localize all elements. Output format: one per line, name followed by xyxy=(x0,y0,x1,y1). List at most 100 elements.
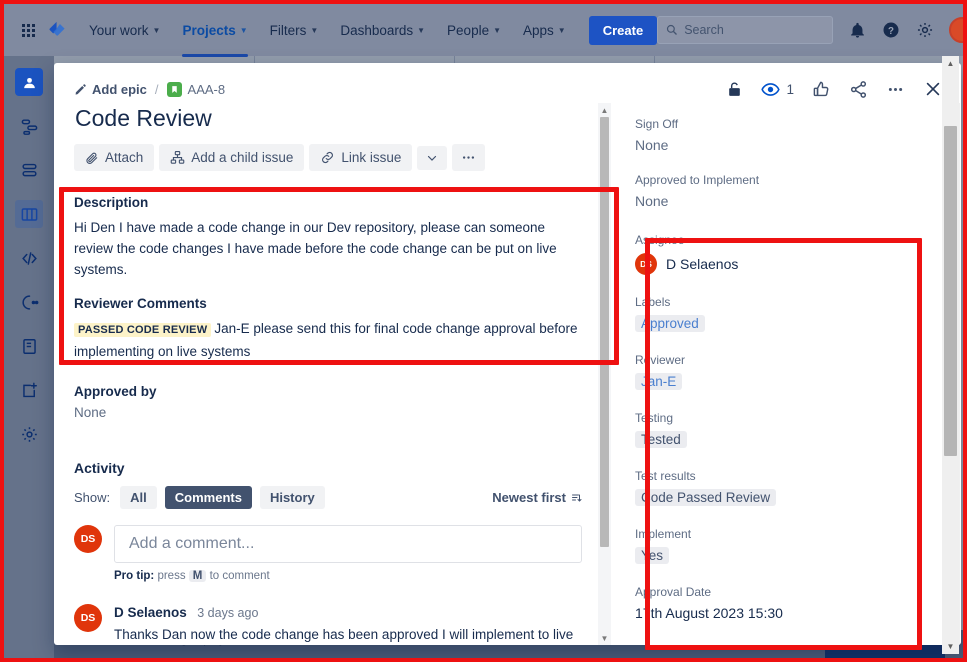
show-label: Show: xyxy=(74,490,111,505)
tab-comments[interactable]: Comments xyxy=(164,486,252,509)
field-approved-to-implement: Approved to Implement None xyxy=(635,173,945,209)
nav-label: Filters xyxy=(269,22,307,38)
field-value[interactable]: Yes xyxy=(635,547,670,564)
field-approval-date: Approval Date 17th August 2023 15:30 xyxy=(635,585,945,621)
approved-by-value[interactable]: None xyxy=(74,405,616,420)
backlog-icon[interactable] xyxy=(15,156,43,184)
board-icon[interactable] xyxy=(15,200,43,228)
nav-projects[interactable]: Projects ▼ xyxy=(173,17,256,57)
nav-people[interactable]: People ▼ xyxy=(438,17,510,44)
help-question-icon[interactable]: ? xyxy=(881,20,901,40)
description-body[interactable]: Hi Den I have made a code change in our … xyxy=(74,217,586,280)
link-chain-icon xyxy=(322,151,334,164)
pro-tip-hint: Pro tip: press M to comment xyxy=(114,570,582,582)
user-avatar[interactable] xyxy=(949,17,963,43)
watch-button[interactable]: 1 xyxy=(761,80,794,99)
nav-label: Apps xyxy=(523,22,554,38)
page-root: You're in a team-managed project Your wo… xyxy=(0,0,967,662)
field-implement: Implement Yes xyxy=(635,527,945,565)
thumbs-up-icon[interactable] xyxy=(812,80,831,99)
tab-all[interactable]: All xyxy=(120,486,157,509)
field-value[interactable]: 17th August 2023 15:30 xyxy=(635,605,945,621)
attach-label: Attach xyxy=(105,150,144,165)
approved-by-field: Approved by None xyxy=(74,384,616,420)
search-input[interactable]: Search xyxy=(657,16,834,44)
add-child-issue-label: Add a child issue xyxy=(191,150,294,165)
nav-dashboards[interactable]: Dashboards ▼ xyxy=(331,17,434,44)
main-content-scrollbar[interactable]: ▲ ▼ xyxy=(598,103,611,645)
field-label: Reviewer xyxy=(635,353,686,367)
approved-by-label: Approved by xyxy=(74,384,157,399)
deployments-icon[interactable] xyxy=(15,288,43,316)
svg-text:?: ? xyxy=(888,26,894,37)
field-value[interactable]: None xyxy=(635,193,945,209)
field-value[interactable]: Jan-E xyxy=(635,373,683,390)
field-reviewer: Reviewer Jan-E xyxy=(635,353,945,391)
scroll-thumb[interactable] xyxy=(600,117,609,547)
toolbar-more-ellipsis-icon[interactable] xyxy=(452,144,486,171)
field-label: Approved to Implement xyxy=(635,173,760,187)
watch-count: 1 xyxy=(786,81,794,97)
project-pages-icon[interactable] xyxy=(15,332,43,360)
scroll-thumb[interactable] xyxy=(944,126,957,456)
search-icon xyxy=(667,24,678,35)
issue-key-label: AAA-8 xyxy=(187,81,226,97)
chevron-down-icon: ▼ xyxy=(152,25,161,35)
field-value[interactable]: None xyxy=(635,137,945,153)
attach-button[interactable]: Attach xyxy=(74,144,155,171)
field-testing: Testing Tested xyxy=(635,411,945,449)
roadmap-icon[interactable] xyxy=(15,112,43,140)
nav-apps[interactable]: Apps ▼ xyxy=(514,17,575,44)
activity-heading: Activity xyxy=(74,460,125,476)
sort-order-label: Newest first xyxy=(492,490,566,505)
toolbar-chevron-down-icon[interactable] xyxy=(417,145,448,170)
field-value[interactable]: Approved xyxy=(635,315,705,332)
notification-bell-icon[interactable] xyxy=(847,20,867,40)
assignee-value[interactable]: DS D Selaenos xyxy=(635,253,945,275)
nav-your-work[interactable]: Your work ▼ xyxy=(80,17,169,44)
chevron-down-icon: ▼ xyxy=(417,25,426,35)
nav-label: Dashboards xyxy=(340,22,414,38)
avatar: DS xyxy=(74,604,102,632)
scroll-up-arrow-icon[interactable]: ▲ xyxy=(598,103,611,117)
field-sign-off: Sign Off None xyxy=(635,117,945,153)
eye-watch-icon xyxy=(761,82,781,96)
child-issue-icon xyxy=(170,151,185,164)
field-value[interactable]: Code Passed Review xyxy=(635,489,777,506)
add-comment-input[interactable]: Add a comment... xyxy=(114,525,582,563)
issue-key-link[interactable]: AAA-8 xyxy=(166,81,226,97)
field-label: Labels xyxy=(635,295,671,309)
gear-icon[interactable] xyxy=(915,20,935,40)
code-icon[interactable] xyxy=(15,244,43,272)
passed-code-review-lozenge: PASSED CODE REVIEW xyxy=(74,323,212,337)
pro-tip-suffix: to comment xyxy=(209,570,270,582)
add-epic-button[interactable]: Add epic xyxy=(74,82,147,97)
jira-logo-icon[interactable] xyxy=(44,17,70,43)
more-ellipsis-icon[interactable] xyxy=(886,80,905,99)
app-switcher-grid-icon[interactable] xyxy=(16,18,40,42)
reviewer-comments-body[interactable]: PASSED CODE REVIEW Jan-E please send this… xyxy=(74,318,586,362)
sort-order-button[interactable]: Newest first xyxy=(492,490,582,505)
modal-header: Add epic / AAA-8 1 xyxy=(54,63,961,103)
field-label: Implement xyxy=(635,527,692,541)
issue-details-panel: Sign Off None Approved to Implement None… xyxy=(616,103,961,645)
comment-author[interactable]: D Selaenos xyxy=(114,605,187,620)
add-child-issue-button[interactable]: Add a child issue xyxy=(159,144,305,171)
share-icon[interactable] xyxy=(849,80,868,99)
tab-history[interactable]: History xyxy=(259,486,325,509)
browser-scrollbar[interactable]: ▲ ▼ xyxy=(942,56,959,654)
field-label: Assignee xyxy=(635,233,685,247)
create-button[interactable]: Create xyxy=(588,15,658,45)
link-issue-button[interactable]: Link issue xyxy=(309,144,413,171)
add-shortcut-icon[interactable] xyxy=(15,376,43,404)
scroll-down-arrow-icon[interactable]: ▼ xyxy=(598,631,611,645)
close-x-icon[interactable] xyxy=(923,79,943,99)
field-value[interactable]: Tested xyxy=(635,431,687,448)
project-settings-icon[interactable] xyxy=(15,420,43,448)
unlock-icon[interactable] xyxy=(726,80,743,99)
nav-filters[interactable]: Filters ▼ xyxy=(261,17,328,44)
scroll-down-arrow-icon[interactable]: ▼ xyxy=(942,639,959,654)
description-section: Description Hi Den I have made a code ch… xyxy=(74,195,616,362)
project-avatar-icon[interactable] xyxy=(15,68,43,96)
scroll-up-arrow-icon[interactable]: ▲ xyxy=(942,56,959,71)
